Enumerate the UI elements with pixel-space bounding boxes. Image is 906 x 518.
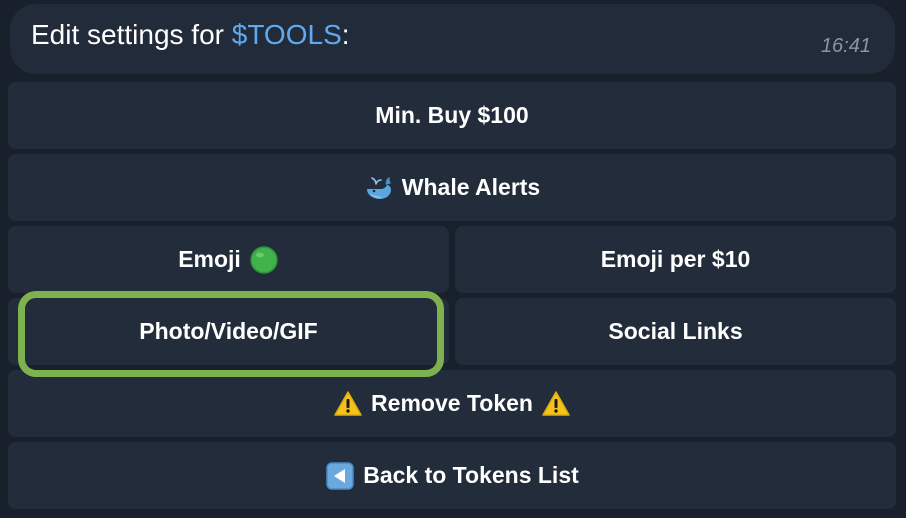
back-label: Back to Tokens List	[363, 462, 579, 488]
social-links-label: Social Links	[608, 318, 743, 344]
chat-screen: Edit settings for $TOOLS: 16:41 Min. Buy…	[0, 0, 906, 518]
green-circle-icon	[249, 245, 279, 275]
remove-token-button[interactable]: Remove Token	[8, 370, 896, 437]
remove-token-label: Remove Token	[371, 390, 533, 416]
back-button[interactable]: Back to Tokens List	[8, 442, 896, 509]
warning-icon	[333, 389, 363, 419]
whale-alerts-label: Whale Alerts	[401, 174, 541, 200]
whale-alerts-button[interactable]: Whale Alerts	[8, 154, 896, 221]
back-arrow-icon	[325, 461, 355, 491]
min-buy-label: Min. Buy $100	[375, 102, 529, 128]
whale-icon	[364, 173, 394, 203]
message-text: Edit settings for $TOOLS:	[31, 19, 350, 51]
warning-icon	[541, 389, 571, 419]
media-button[interactable]: Photo/Video/GIF	[8, 298, 449, 365]
emoji-button[interactable]: Emoji	[8, 226, 449, 293]
emoji-per-label: Emoji per $10	[600, 246, 751, 272]
emoji-label: Emoji	[178, 246, 241, 272]
min-buy-button[interactable]: Min. Buy $100	[8, 82, 896, 149]
message-suffix: :	[341, 19, 350, 50]
social-links-button[interactable]: Social Links	[455, 298, 896, 365]
message-prefix: Edit settings for	[31, 19, 232, 50]
message-bubble: Edit settings for $TOOLS: 16:41	[10, 4, 895, 74]
message-time: 16:41	[820, 35, 871, 57]
ticker-link[interactable]: $TOOLS	[232, 19, 342, 50]
media-label: Photo/Video/GIF	[139, 318, 318, 344]
emoji-per-button[interactable]: Emoji per $10	[455, 226, 896, 293]
